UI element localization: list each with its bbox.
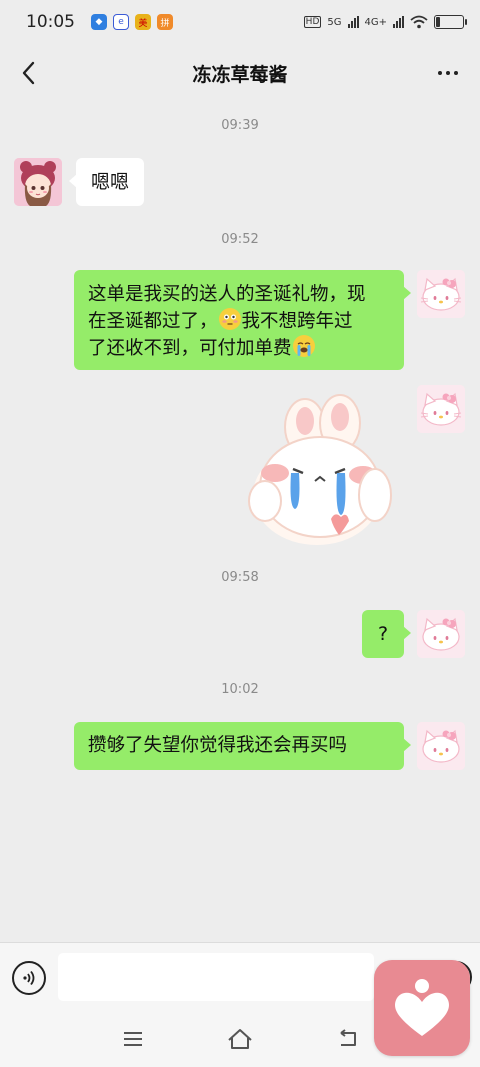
chat-messages[interactable]: 09:39 嗯嗯 09:52 这单是我买的送人的圣诞礼物，现 在圣诞都过了， 我…: [0, 102, 480, 942]
notification-icons: ◆ e 美 拼: [91, 14, 173, 30]
message-input[interactable]: [58, 953, 374, 1001]
chat-header: 冻冻草莓酱: [0, 44, 480, 102]
back-button[interactable]: [14, 58, 42, 88]
more-dots-icon: [438, 71, 442, 75]
crying-bunny-sticker[interactable]: [245, 387, 400, 547]
back-arrow-icon: [22, 61, 35, 85]
voice-icon: [23, 970, 35, 986]
my-avatar[interactable]: [417, 610, 465, 658]
my-avatar[interactable]: [417, 722, 465, 770]
more-dots-icon: [446, 71, 450, 75]
hello-kitty-avatar-icon: [417, 610, 465, 658]
message-line: 了还收不到，可付加单费: [88, 335, 388, 362]
home-button[interactable]: [225, 1024, 255, 1054]
app-notification-icon: ◆: [91, 14, 107, 30]
status-bar: 10:05 ◆ e 美 拼 HD 5G 4G+: [0, 0, 480, 44]
app-notification-icon: 美: [135, 14, 151, 30]
system-indicators: HD 5G 4G+: [303, 15, 467, 29]
hd-icon: HD: [303, 16, 322, 28]
flushed-face-emoji-icon: [218, 308, 241, 330]
back-nav-icon: [340, 1029, 356, 1046]
back-nav-button[interactable]: [332, 1024, 362, 1054]
menu-icon: [124, 1032, 142, 1046]
home-icon: [228, 1029, 252, 1049]
signal-icon: [393, 16, 404, 28]
message-text: 在圣诞都过了，: [88, 311, 218, 332]
wifi-icon: [410, 15, 428, 29]
message-text: 嗯嗯: [91, 171, 130, 193]
message-text: 了还收不到，可付加单费: [88, 338, 292, 359]
message-text: ?: [377, 623, 389, 645]
contact-avatar[interactable]: [14, 158, 62, 206]
incoming-message[interactable]: 嗯嗯: [68, 158, 145, 206]
system-navigation-bar: [0, 1012, 480, 1067]
menu-button[interactable]: [118, 1024, 148, 1054]
message-line: 这单是我买的送人的圣诞礼物，现: [88, 284, 366, 305]
chat-title: 冻冻草莓酱: [192, 63, 288, 86]
5g-label: 5G: [327, 16, 342, 28]
outgoing-message[interactable]: ?: [362, 610, 411, 658]
hello-kitty-avatar-icon: [417, 270, 465, 318]
timestamp: 09:39: [221, 118, 259, 133]
message-text: 我不想跨年过: [241, 311, 353, 332]
app-notification-icon: 拼: [157, 14, 173, 30]
hello-kitty-avatar-icon: [417, 722, 465, 770]
girl-bear-hat-avatar-icon: [14, 158, 62, 206]
signal-icon: [347, 16, 359, 28]
my-avatar[interactable]: [417, 270, 465, 318]
message-text: 攒够了失望你觉得我还会再买吗: [88, 735, 348, 756]
more-dots-icon: [454, 71, 458, 75]
my-avatar[interactable]: [417, 385, 465, 433]
battery-icon: [434, 15, 467, 29]
4g-label: 4G+: [364, 16, 388, 28]
timestamp: 10:02: [221, 682, 259, 697]
app-notification-icon: e: [113, 14, 129, 30]
outgoing-message[interactable]: 这单是我买的送人的圣诞礼物，现 在圣诞都过了， 我不想跨年过 了还收不到，可付加单…: [74, 270, 411, 370]
hello-kitty-avatar-icon: [417, 385, 465, 433]
message-line: 在圣诞都过了， 我不想跨年过: [88, 308, 388, 335]
crying-bunny-sticker-icon: [248, 394, 392, 545]
timestamp: 09:52: [221, 232, 259, 247]
more-button[interactable]: [432, 58, 464, 88]
loudly-crying-emoji-icon: [292, 335, 315, 357]
voice-button[interactable]: [12, 961, 46, 995]
timestamp: 09:58: [221, 570, 259, 585]
status-time: 10:05: [26, 12, 75, 32]
outgoing-message[interactable]: 攒够了失望你觉得我还会再买吗: [74, 722, 411, 770]
